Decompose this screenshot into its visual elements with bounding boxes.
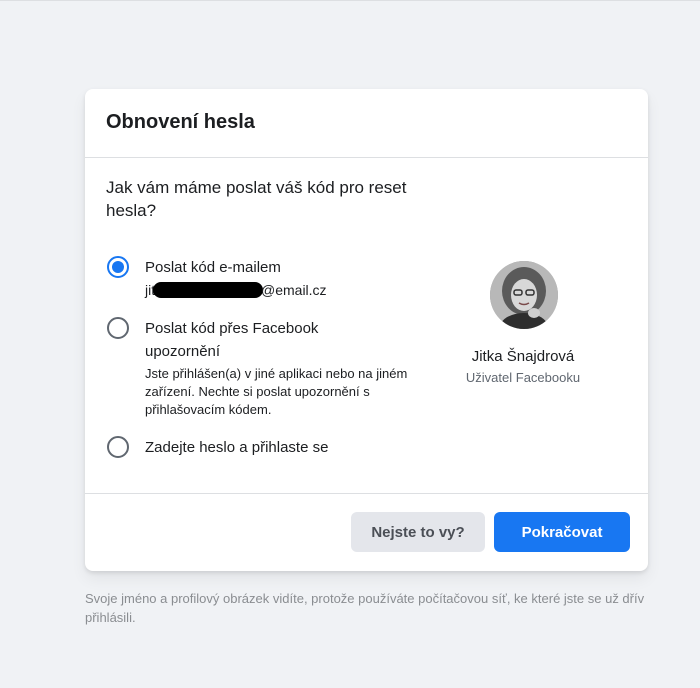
privacy-note: Svoje jméno a profilový obrázek vidíte, … [85, 591, 645, 625]
radio-password-login[interactable] [107, 436, 129, 458]
option-email[interactable]: Poslat kód e-mailem jit @email.cz [107, 256, 407, 304]
page-title: Obnovení hesla [106, 111, 255, 133]
option-facebook-description: Jste přihlášen(a) v jiné aplikaci nebo n… [145, 366, 408, 417]
option-password-login[interactable]: Zadejte heslo a přihlaste se [107, 436, 407, 460]
option-facebook-notification[interactable]: Poslat kód přes Facebook upozornění Jste… [107, 317, 407, 421]
top-divider [0, 0, 700, 1]
avatar [490, 261, 558, 329]
email-domain: @email.cz [261, 282, 327, 298]
card-footer: Nejste to vy? Pokračovat [85, 493, 648, 572]
profile-photo [490, 261, 558, 329]
masked-email: jit @email.cz [145, 282, 345, 300]
email-redaction [153, 282, 263, 298]
option-password-label: Zadejte heslo a přihlaste se [145, 439, 329, 456]
reset-question: Jak vám máme poslat váš kód pro reset he… [106, 178, 407, 220]
option-email-label: Poslat kód e-mailem [145, 259, 281, 276]
radio-email[interactable] [107, 256, 129, 278]
radio-facebook-notification[interactable] [107, 317, 129, 339]
profile-name: Jitka Šnajdrová [471, 348, 575, 365]
reset-password-card: Obnovení hesla Jak vám máme poslat váš k… [85, 89, 648, 571]
option-facebook-label: Poslat kód přes Facebook upozornění [145, 320, 319, 360]
card-header: Obnovení hesla [85, 89, 648, 158]
profile-subtitle: Uživatel Facebooku [465, 370, 581, 385]
not-you-button[interactable]: Nejste to vy? [351, 512, 485, 552]
continue-button[interactable]: Pokračovat [494, 512, 630, 552]
